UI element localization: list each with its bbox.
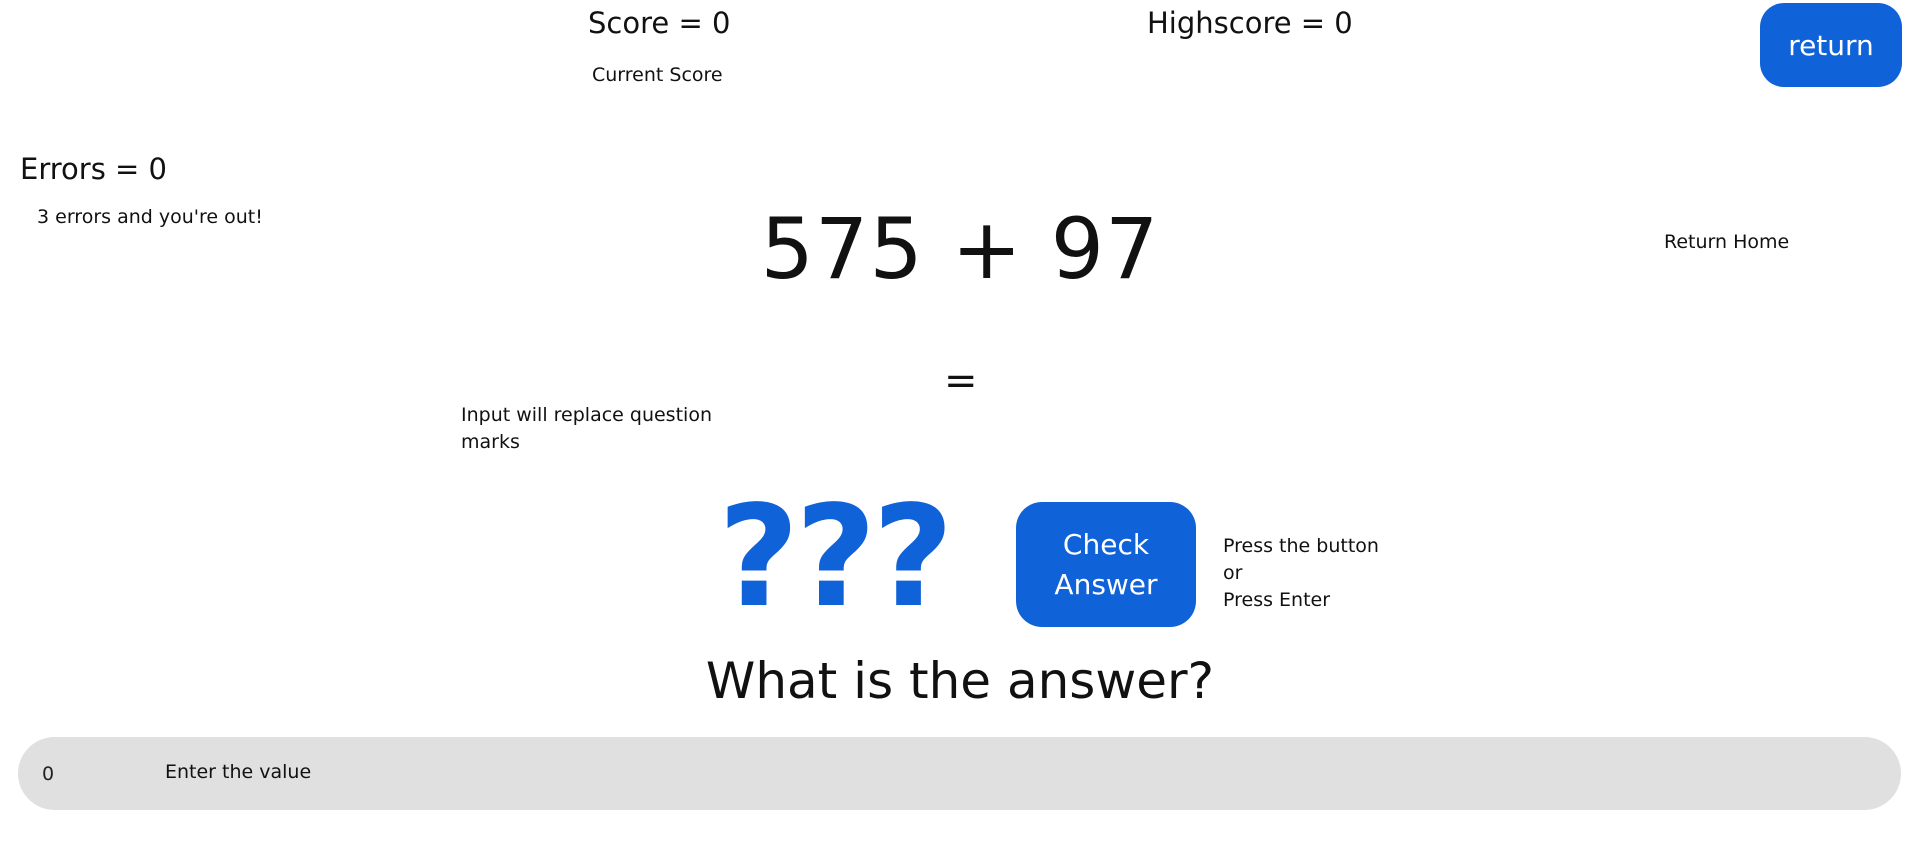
check-hint-line: Press Enter	[1223, 589, 1331, 611]
score-label: Score = 0	[588, 6, 731, 40]
input-hint: Input will replace question marks	[461, 404, 712, 453]
check-hint-line: Press the button	[1223, 535, 1379, 557]
answer-bar: Enter the value	[18, 737, 1901, 810]
check-hint-line: or	[1223, 562, 1243, 584]
return-button[interactable]: return	[1760, 3, 1902, 87]
equals-sign: =	[944, 358, 978, 404]
check-answer-button-label: Check Answer	[1054, 527, 1158, 601]
errors-hint: 3 errors and you're out!	[37, 206, 263, 228]
errors-label: Errors = 0	[20, 152, 167, 186]
math-question: 575 + 97	[760, 200, 1160, 298]
answer-placeholder: ???	[718, 476, 954, 639]
answer-input[interactable]	[40, 756, 154, 792]
score-hint: Current Score	[592, 64, 723, 86]
check-hint: Press the button or Press Enter	[1223, 533, 1379, 614]
highscore-label: Highscore = 0	[1147, 6, 1353, 40]
check-answer-button[interactable]: Check Answer	[1016, 502, 1196, 627]
answer-input-label: Enter the value	[165, 761, 312, 783]
return-hint: Return Home	[1664, 231, 1790, 253]
answer-prompt: What is the answer?	[705, 652, 1215, 710]
